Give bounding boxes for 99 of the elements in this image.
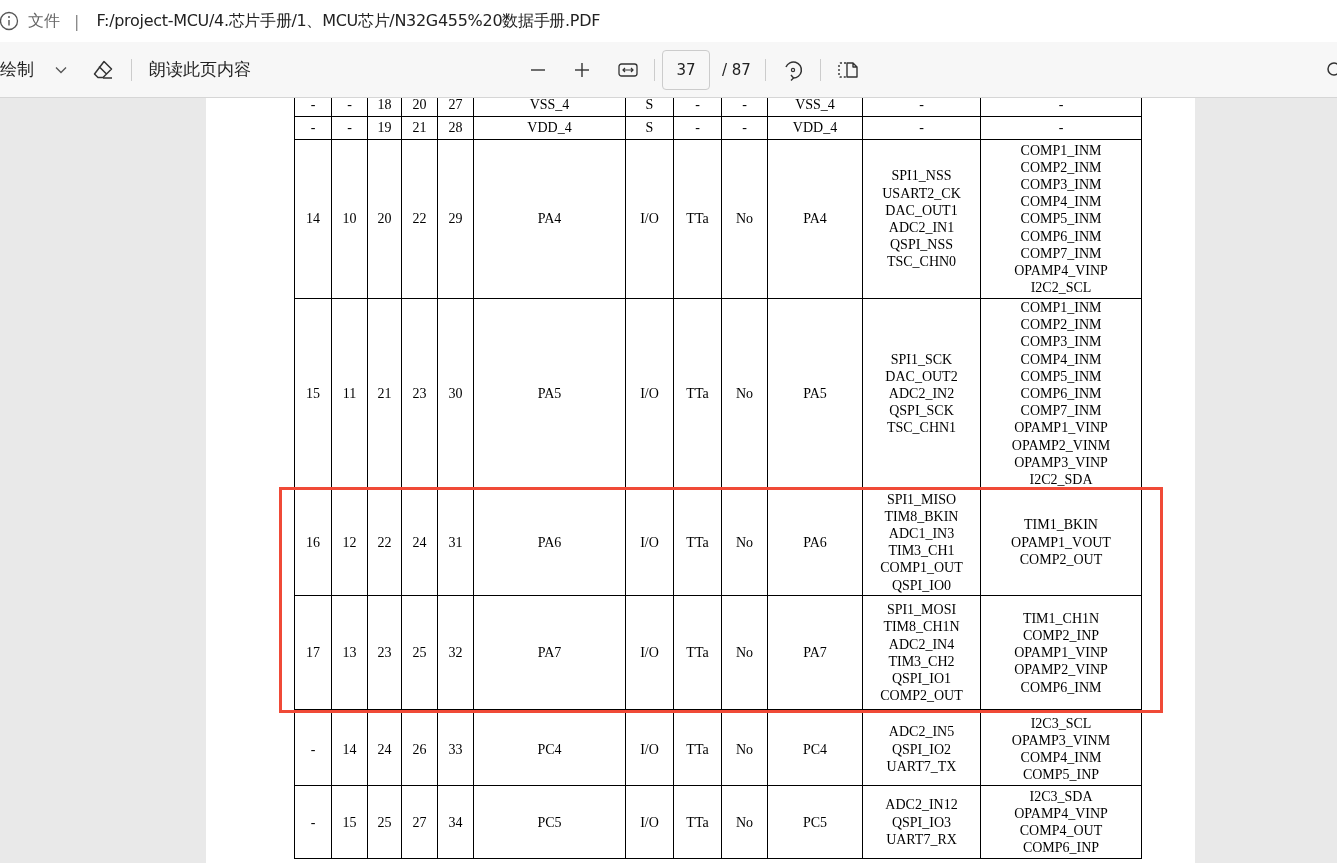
address-text[interactable]: F:/project-MCU/4.芯片手册/1、MCU芯片/N32G455%20数据手册.PDF [96,10,601,32]
table-cell: 19 [367,116,402,140]
table-cell: I/O [625,488,674,596]
table-cell: 10 [331,139,368,299]
table-cell: 18 [367,98,402,117]
table-cell: 21 [401,116,438,140]
table-cell: COMP1_INM COMP2_INM COMP3_INM COMP4_INM COMP5_INM COMP6_INM COMP7_INM OPAMP4_VINP I2C2_SCL [980,139,1142,299]
table-cell: 27 [401,785,438,859]
table-cell: VSS_4 [473,98,626,117]
table-cell: PA4 [473,139,626,299]
separator-text: | [74,11,80,31]
zoom-in-icon[interactable] [574,61,590,78]
table-cell: - [294,116,332,140]
eraser-icon[interactable] [92,58,114,81]
table-cell: - [980,116,1142,140]
table-cell: 12 [331,488,368,596]
table-cell: - [331,98,368,117]
table-cell: SPI1_MOSI TIM8_CH1N ADC2_IN4 TIM3_CH2 QSPI_IO1 COMP2_OUT [862,595,981,710]
table-cell: PC5 [767,785,863,859]
table-cell: - [980,98,1142,117]
table-cell: No [721,488,768,596]
table-cell: - [673,116,722,140]
table-cell: 29 [437,139,474,299]
table-cell: SPI1_NSS USART2_CK DAC_OUT1 ADC2_IN1 QSPI_NSS TSC_CHN0 [862,139,981,299]
table-cell: 32 [437,595,474,710]
table-cell: - [331,116,368,140]
table-cell: I/O [625,785,674,859]
table-cell: - [721,98,768,117]
table-cell: 14 [294,139,332,299]
read-aloud-button[interactable]: 朗读此页内容 [145,54,255,85]
table-cell: 14 [331,712,368,786]
table-cell: 13 [331,595,368,710]
table-cell: 22 [401,139,438,299]
info-icon[interactable] [0,11,19,31]
table-cell: No [721,785,768,859]
table-cell: PA7 [767,595,863,710]
table-cell: SPI1_MISO TIM8_BKIN ADC1_IN3 TIM3_CH1 COMP1_OUT QSPI_IO0 [862,488,981,596]
table-cell: I/O [625,139,674,299]
table-cell: PC5 [473,785,626,859]
table-cell: - [862,116,981,140]
table-cell: TIM1_CH1N COMP2_INP OPAMP1_VINP OPAMP2_VINP COMP6_INM [980,595,1142,710]
table-cell: ADC2_IN5 QSPI_IO2 UART7_TX [862,712,981,786]
table-cell: 26 [401,712,438,786]
table-cell: 15 [331,785,368,859]
table-cell: I2C3_SDA OPAMP4_VINP COMP4_OUT COMP6_INP [980,785,1142,859]
table-cell: VDD_4 [473,116,626,140]
table-cell: - [673,98,722,117]
table-cell: I2C3_SCL OPAMP3_VINM COMP4_INM COMP5_INP [980,712,1142,786]
chevron-down-icon[interactable] [55,65,67,74]
table-cell: PC4 [767,712,863,786]
table-cell: 17 [294,595,332,710]
table-cell: TTa [673,488,722,596]
table-cell: PA6 [767,488,863,596]
table-cell: S [625,116,674,140]
table-cell: I/O [625,595,674,710]
table-cell: 16 [294,488,332,596]
table-cell: TTa [673,712,722,786]
table-cell: 33 [437,712,474,786]
table-cell: - [294,98,332,117]
table-cell: - [721,116,768,140]
table-cell: 20 [367,139,402,299]
table-cell: TTa [673,785,722,859]
table-cell: - [294,785,332,859]
table-cell: No [721,139,768,299]
table-cell: VDD_4 [767,116,863,140]
draw-button[interactable]: 绘制 [0,54,34,85]
table-cell: S [625,98,674,117]
search-icon[interactable] [1325,60,1337,79]
table-cell: 20 [401,98,438,117]
table-cell: I/O [625,712,674,786]
table-cell: 24 [401,488,438,596]
table-cell: ADC2_IN12 QSPI_IO3 UART7_RX [862,785,981,859]
table-cell: 24 [367,712,402,786]
table-cell: PA6 [473,488,626,596]
table-cell: - [862,98,981,117]
table-cell: - [294,712,332,786]
table-cell: VSS_4 [767,98,863,117]
table-cell: 31 [437,488,474,596]
table-cell: PA7 [473,595,626,710]
table-cell: 23 [367,595,402,710]
table-cell: 22 [367,488,402,596]
table-cell: 25 [367,785,402,859]
table-cell: 27 [437,98,474,117]
table-cell: No [721,595,768,710]
table-cell: TTa [673,139,722,299]
table-cell: 34 [437,785,474,859]
table-cell: No [721,712,768,786]
table-cell: 28 [437,116,474,140]
file-label: 文件 [28,10,60,32]
page-number-field[interactable]: 37 [662,49,710,90]
table-cell: TTa [673,595,722,710]
table-cell: TIM1_BKIN OPAMP1_VOUT COMP2_OUT [980,488,1142,596]
table-cell: 25 [401,595,438,710]
fit-width-icon[interactable] [618,61,638,78]
table-cell: PA4 [767,139,863,299]
table-cell: 15 [294,298,332,489]
table-cell: PC4 [473,712,626,786]
page-view-icon[interactable] [836,60,859,79]
page-total: / 87 [722,60,751,79]
